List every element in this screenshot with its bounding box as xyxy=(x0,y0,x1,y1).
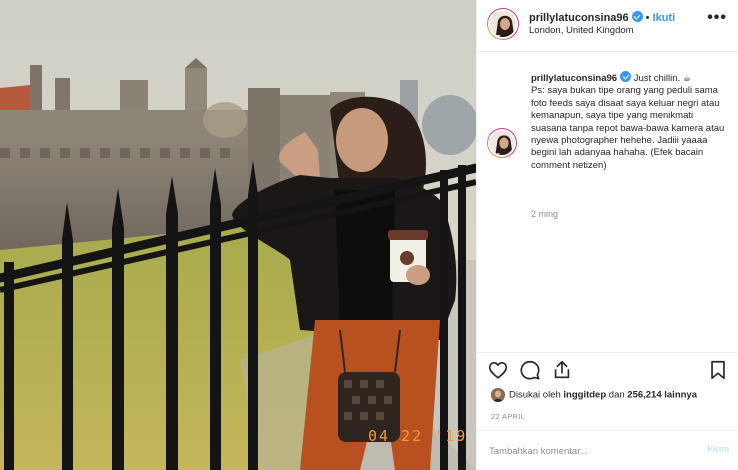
caption-text: Just chillin. ☕ Ps: saya bukan tipe oran… xyxy=(531,73,725,171)
caption-avatar[interactable] xyxy=(487,128,517,158)
likes-prefix: Disukai oleh xyxy=(509,389,564,401)
comment-box: Kirim xyxy=(477,430,738,470)
photo-date-stamp: 04 22 '19 xyxy=(368,427,467,445)
heart-icon[interactable] xyxy=(487,359,509,381)
caption-timestamp: 2 ming xyxy=(531,209,559,219)
likes-summary: Disukai oleh inggitdep dan 256,214 lainn… xyxy=(491,388,697,404)
avatar-image xyxy=(488,9,518,39)
post-date[interactable]: 22 APRIL xyxy=(491,412,525,421)
follow-button[interactable]: Ikuti xyxy=(653,12,676,24)
comment-input[interactable] xyxy=(489,443,689,459)
separator-dot: • xyxy=(645,12,650,24)
caption-avatar-image xyxy=(488,129,516,157)
location-link[interactable]: London, United Kingdom xyxy=(529,25,634,36)
more-options-icon[interactable]: ••• xyxy=(707,10,727,26)
comment-icon[interactable] xyxy=(519,359,541,381)
bookmark-icon[interactable] xyxy=(707,359,729,381)
post-header: prillylatuconsina96 • Ikuti London, United… xyxy=(477,0,738,52)
liker-username[interactable]: inggitdep xyxy=(563,390,606,401)
caption-area: prillylatuconsina96 Just chillin. ☕ Ps: … xyxy=(477,52,738,352)
likes-count[interactable]: 256,214 lainnya xyxy=(627,390,697,401)
likes-middle: dan xyxy=(606,389,628,401)
post-comment-button[interactable]: Kirim xyxy=(707,444,729,455)
action-bar xyxy=(477,352,738,386)
post-photo[interactable]: 04 22 '19 xyxy=(0,0,476,470)
liker-avatar[interactable] xyxy=(491,388,505,402)
post-photo-image: 04 22 '19 xyxy=(0,0,476,470)
header-username[interactable]: prillylatuconsina96 xyxy=(529,12,629,24)
caption-username[interactable]: prillylatuconsina96 xyxy=(531,73,617,84)
header-user-line: prillylatuconsina96 • Ikuti xyxy=(529,11,675,24)
caption: prillylatuconsina96 Just chillin. ☕ Ps: … xyxy=(531,71,731,172)
share-icon[interactable] xyxy=(551,359,573,381)
avatar[interactable] xyxy=(487,8,519,40)
post-detail-panel: prillylatuconsina96 • Ikuti London, United… xyxy=(476,0,738,470)
verified-badge-icon xyxy=(631,11,643,22)
caption-verified-badge-icon xyxy=(620,71,632,82)
